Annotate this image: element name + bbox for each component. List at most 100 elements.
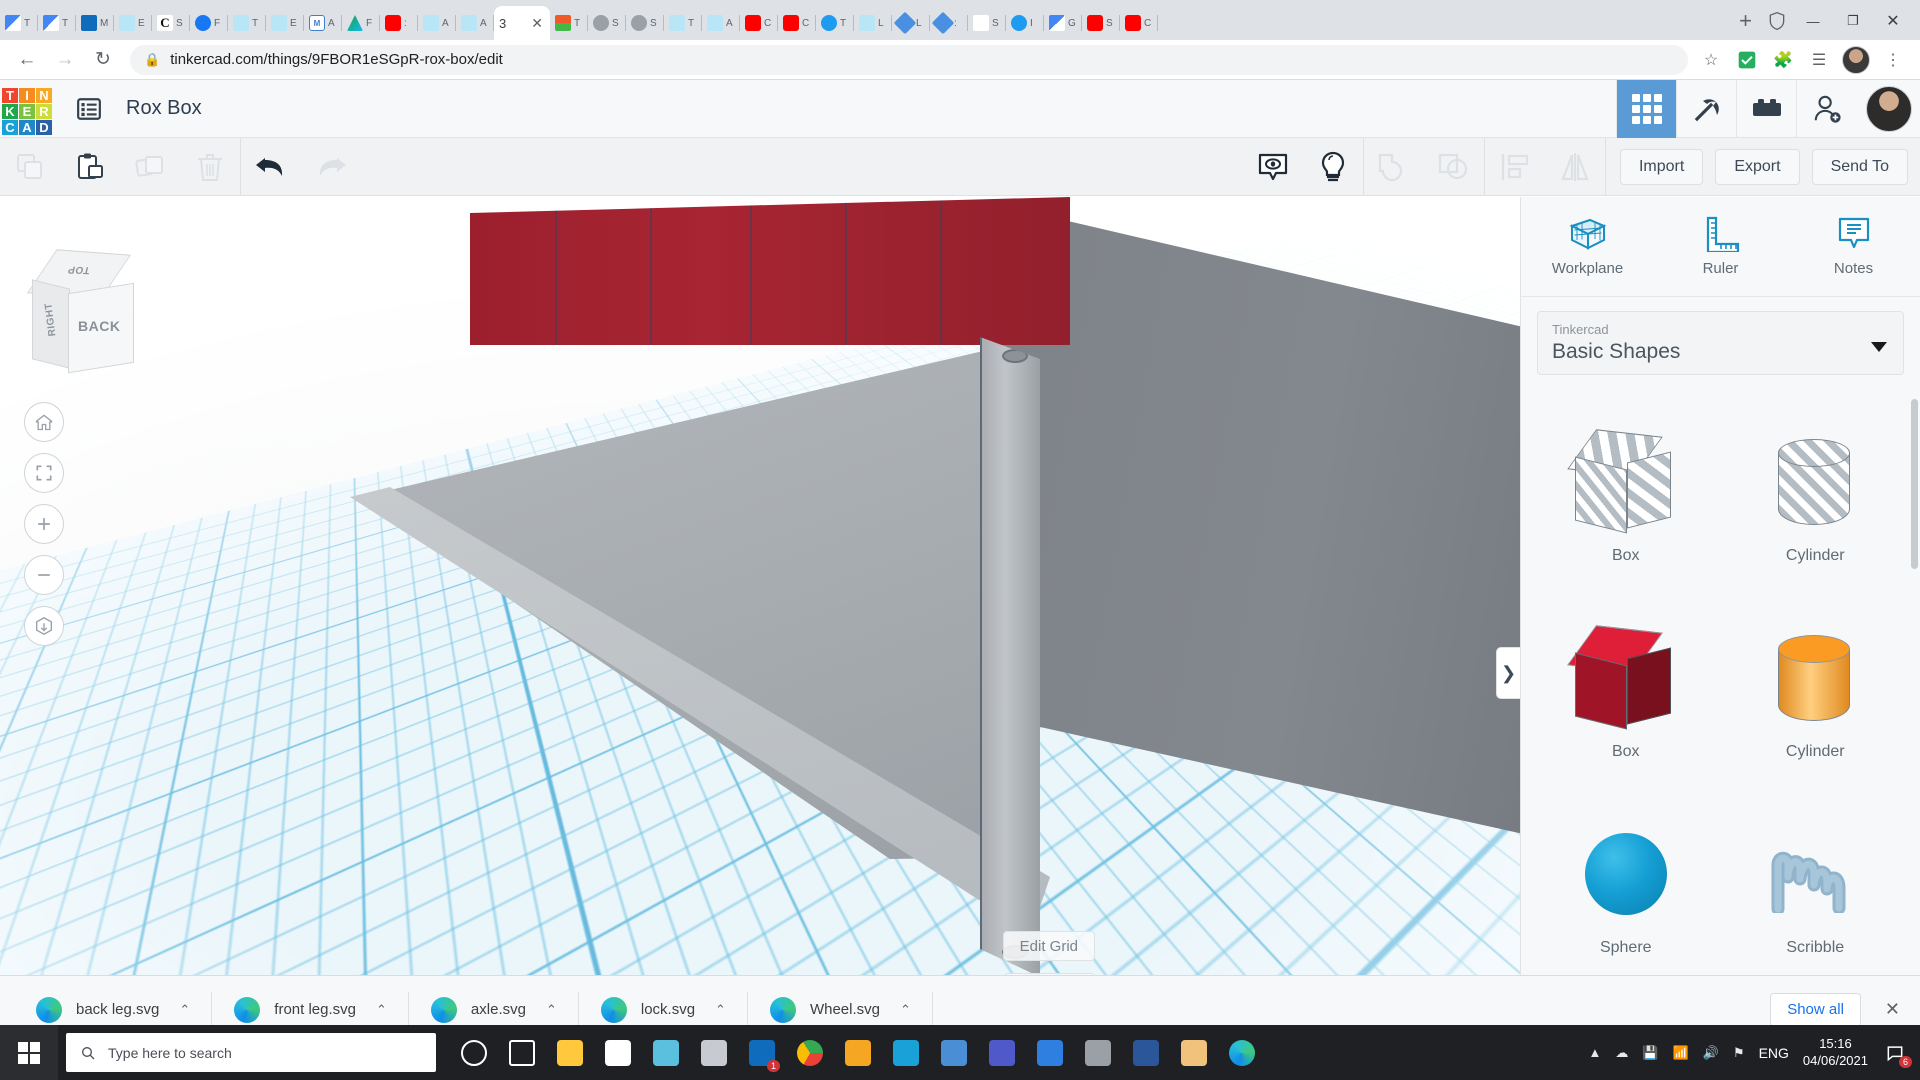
browser-tab[interactable]: T <box>550 6 588 40</box>
model-red-panel[interactable] <box>470 197 1070 345</box>
blocks-brick-icon[interactable] <box>1736 80 1796 138</box>
browser-tab[interactable]: A <box>456 6 494 40</box>
grid-view-icon[interactable] <box>1616 80 1676 138</box>
zoom-in-button[interactable] <box>24 504 64 544</box>
triangle-app-icon[interactable] <box>1074 1025 1122 1080</box>
list-menu-icon[interactable] <box>74 94 104 124</box>
shapes-scrollbar[interactable] <box>1911 399 1918 569</box>
chevron-up-icon[interactable]: ⌃ <box>900 1002 911 1018</box>
chrome-menu-icon[interactable]: ⋮ <box>1880 47 1906 73</box>
wolf-app-icon[interactable] <box>690 1025 738 1080</box>
pickaxe-icon[interactable] <box>1676 80 1736 138</box>
infinity-app-icon[interactable] <box>882 1025 930 1080</box>
browser-tab[interactable]: L <box>854 6 892 40</box>
shape-item-box-0[interactable]: Box <box>1533 401 1719 591</box>
view-cube[interactable]: TOP RIGHT BACK <box>24 252 144 372</box>
address-bar[interactable]: 🔒 tinkercad.com/things/9FBOR1eSGpR-rox-b… <box>130 45 1688 75</box>
undo-button[interactable] <box>241 138 301 196</box>
browser-tab[interactable]: C <box>740 6 778 40</box>
browser-tab[interactable]: E <box>266 6 304 40</box>
panel-collapse-toggle[interactable]: ❯ <box>1496 647 1520 699</box>
new-tab-button[interactable]: + <box>1733 10 1758 32</box>
close-downloads-bar-icon[interactable]: ✕ <box>1885 999 1900 1020</box>
volume-icon[interactable]: 🔊 <box>1703 1045 1719 1061</box>
shape-item-cylinder-1[interactable]: Cylinder <box>1723 401 1909 591</box>
shield-extension-icon[interactable] <box>1764 8 1790 34</box>
browser-tab[interactable]: T <box>228 6 266 40</box>
send-to-button[interactable]: Send To <box>1812 149 1908 185</box>
browser-tab[interactable]: S <box>968 6 1006 40</box>
duplicate-button[interactable] <box>120 138 180 196</box>
teams-icon[interactable] <box>978 1025 1026 1080</box>
chevron-up-icon[interactable]: ⌃ <box>715 1002 726 1018</box>
file-explorer-icon[interactable] <box>546 1025 594 1080</box>
ruler-tool[interactable]: Ruler <box>1654 197 1787 296</box>
reload-button[interactable]: ↻ <box>86 43 120 77</box>
browser-tab[interactable]: A <box>702 6 740 40</box>
browser-tab[interactable]: A <box>418 6 456 40</box>
bookmark-star-icon[interactable]: ☆ <box>1698 47 1724 73</box>
mirror-button[interactable] <box>1545 138 1605 196</box>
cortana-icon[interactable] <box>450 1025 498 1080</box>
browser-tab[interactable]: C <box>778 6 816 40</box>
fit-to-view-button[interactable] <box>24 453 64 493</box>
shape-item-box-2[interactable]: Box <box>1533 597 1719 787</box>
import-button[interactable]: Import <box>1620 149 1703 185</box>
ungroup-button[interactable] <box>1424 138 1484 196</box>
shape-item-sphere-4[interactable]: Sphere <box>1533 793 1719 983</box>
back-button[interactable]: ← <box>10 43 44 77</box>
show-all-button[interactable] <box>1243 138 1303 196</box>
caret-up-icon[interactable]: ▲ <box>1588 1045 1601 1060</box>
task-view-icon[interactable] <box>498 1025 546 1080</box>
taskbar-search-input[interactable]: Type here to search <box>66 1033 436 1072</box>
chevron-up-icon[interactable]: ⌃ <box>179 1002 190 1018</box>
paint-3d-icon[interactable] <box>642 1025 690 1080</box>
browser-tab[interactable]: F <box>190 6 228 40</box>
window-close-button[interactable]: ✕ <box>1876 6 1910 36</box>
workplane-tool[interactable]: Workplane <box>1521 197 1654 296</box>
bitmoji-app-icon[interactable] <box>1170 1025 1218 1080</box>
extension-check-icon[interactable] <box>1734 47 1760 73</box>
edge-icon[interactable] <box>1218 1025 1266 1080</box>
tinkercad-logo[interactable]: TINKERCAD <box>2 88 52 130</box>
show-all-downloads-button[interactable]: Show all <box>1770 993 1861 1027</box>
browser-tab[interactable]: C <box>1120 6 1158 40</box>
browser-tab-active[interactable]: 3✕ <box>494 6 550 40</box>
tray-language[interactable]: ENG <box>1759 1045 1789 1061</box>
mail-icon[interactable]: 1 <box>738 1025 786 1080</box>
add-person-icon[interactable] <box>1796 80 1856 138</box>
reading-list-icon[interactable]: ☰ <box>1806 47 1832 73</box>
page-title[interactable]: Rox Box <box>126 97 202 120</box>
group-button[interactable] <box>1364 138 1424 196</box>
video-call-icon[interactable] <box>930 1025 978 1080</box>
browser-tab[interactable]: T <box>0 6 38 40</box>
notes-tool[interactable]: Notes <box>1787 197 1920 296</box>
hide-button[interactable] <box>1303 138 1363 196</box>
shapes-scroll-area[interactable]: BoxCylinderBoxCylinderSphereScribble <box>1521 389 1920 1043</box>
tray-clock[interactable]: 15:16 04/06/2021 <box>1803 1036 1868 1069</box>
chevron-up-icon[interactable]: ⌃ <box>376 1002 387 1018</box>
home-view-button[interactable] <box>24 402 64 442</box>
browser-tab[interactable]: S <box>626 6 664 40</box>
network-icon[interactable]: 📶 <box>1673 1045 1689 1061</box>
browser-tab[interactable]: G <box>1044 6 1082 40</box>
browser-tab[interactable]: T <box>664 6 702 40</box>
libreoffice-writer-icon[interactable] <box>834 1025 882 1080</box>
browser-tab[interactable]: E <box>114 6 152 40</box>
browser-tab[interactable]: F <box>342 6 380 40</box>
align-button[interactable] <box>1485 138 1545 196</box>
user-avatar[interactable] <box>1866 86 1912 132</box>
window-minimize-button[interactable]: — <box>1796 6 1830 36</box>
export-button[interactable]: Export <box>1715 149 1799 185</box>
browser-tab[interactable]: L <box>892 6 930 40</box>
browser-tab[interactable]: T <box>816 6 854 40</box>
usb-icon[interactable]: 💾 <box>1642 1045 1658 1061</box>
3d-viewport[interactable]: TOP RIGHT BACK <box>0 197 1520 1043</box>
microsoft-store-icon[interactable] <box>594 1025 642 1080</box>
copy-button[interactable] <box>0 138 60 196</box>
notification-icon[interactable]: 6 <box>1882 1040 1908 1066</box>
browser-tab[interactable]: MA <box>304 6 342 40</box>
browser-tab[interactable]: S <box>1082 6 1120 40</box>
shape-library-select[interactable]: Tinkercad Basic Shapes <box>1537 311 1904 375</box>
browser-tab[interactable]: T <box>38 6 76 40</box>
